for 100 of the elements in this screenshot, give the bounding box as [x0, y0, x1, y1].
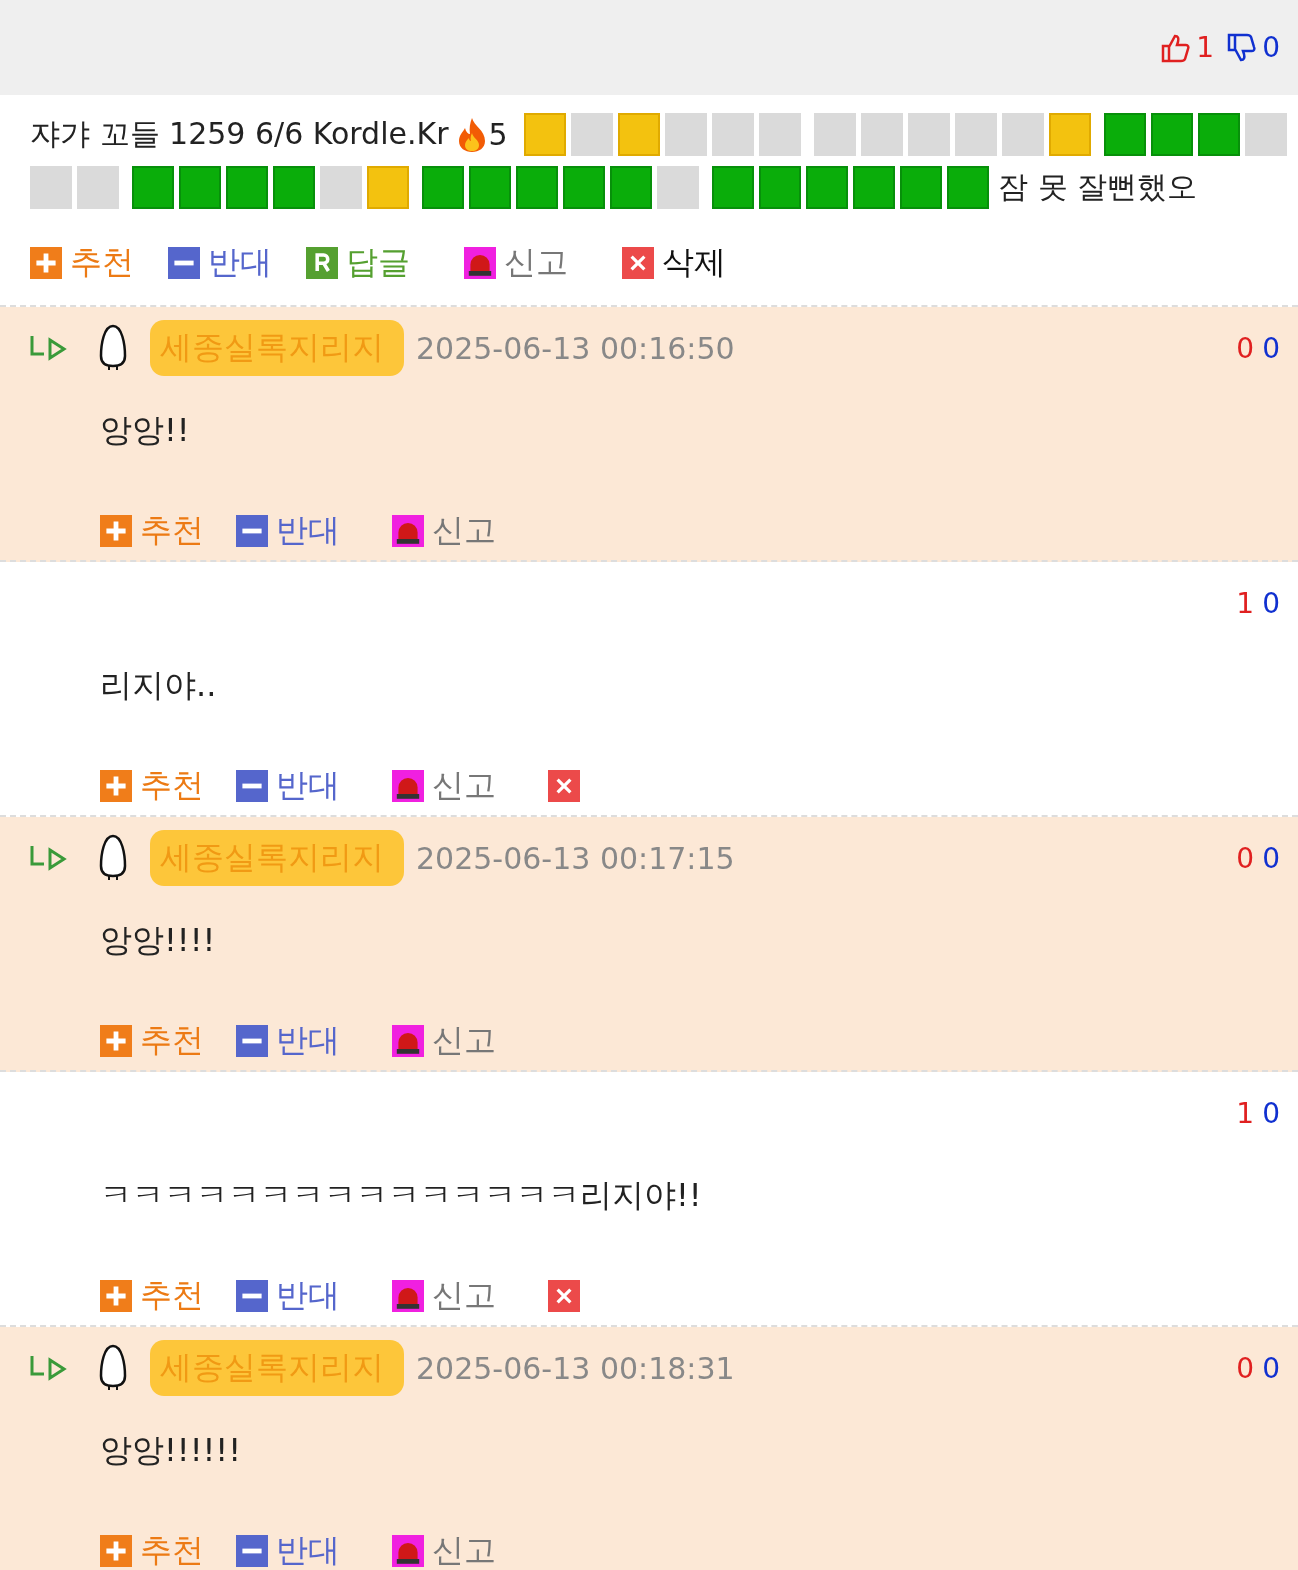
result-tile [1103, 113, 1146, 156]
comment-text: ㅋㅋㅋㅋㅋㅋㅋㅋㅋㅋㅋㅋㅋㅋㅋ리지야!! [99, 1175, 703, 1216]
penguin-avatar-icon [98, 833, 128, 883]
result-tile [422, 166, 464, 209]
report-link[interactable]: 신고 [432, 764, 496, 808]
up-icon[interactable] [100, 515, 132, 547]
result-tile [947, 166, 989, 209]
result-tile [617, 113, 660, 156]
downvote-count: 0 [1262, 331, 1280, 365]
comment-text: 앙앙!! [99, 410, 191, 451]
comment-text: 리지야.. [99, 665, 218, 706]
downvote-count: 0 [1262, 1096, 1280, 1130]
comment-text: 앙앙!!!! [99, 920, 217, 961]
report-link[interactable]: 신고 [432, 1274, 496, 1318]
down-icon[interactable] [168, 247, 200, 279]
down-icon[interactable] [236, 1025, 268, 1057]
close-icon[interactable] [548, 1280, 580, 1312]
report-icon[interactable] [392, 515, 424, 547]
penguin-avatar-icon [98, 1343, 128, 1393]
oppose-link[interactable]: 반대 [276, 1274, 340, 1318]
penguin-avatar-icon [98, 323, 128, 373]
up-icon[interactable] [100, 1025, 132, 1057]
result-tile [226, 166, 268, 209]
result-tile [1048, 113, 1091, 156]
thumbs-down-icon[interactable] [1226, 31, 1259, 64]
recommend-link[interactable]: 추천 [140, 1529, 204, 1570]
downvote-count: 0 [1262, 586, 1280, 620]
report-icon[interactable] [392, 1280, 424, 1312]
result-tile [853, 166, 895, 209]
result-tile [179, 166, 221, 209]
oppose-link[interactable]: 반대 [276, 764, 340, 808]
result-tile [657, 166, 699, 209]
down-icon[interactable] [236, 1280, 268, 1312]
comment-time: 2025-06-13 00:17:15 [416, 840, 735, 876]
result-tile [758, 113, 801, 156]
report-icon[interactable] [464, 247, 496, 279]
report-link[interactable]: 신고 [504, 241, 568, 285]
result-tile [1001, 113, 1044, 156]
down-icon[interactable] [236, 770, 268, 802]
result-tile [1244, 113, 1287, 156]
result-tile [132, 166, 174, 209]
result-tile [954, 113, 997, 156]
downvote-count: 0 [1262, 31, 1280, 64]
result-tile [273, 166, 315, 209]
upvote-count: 0 [1236, 1351, 1255, 1385]
result-tile [367, 166, 409, 209]
comment-time: 2025-06-13 00:18:31 [416, 1350, 735, 1386]
result-tile [712, 166, 754, 209]
down-icon[interactable] [236, 1535, 268, 1567]
result-tile [610, 166, 652, 209]
report-link[interactable]: 신고 [432, 1529, 496, 1570]
reply-icon[interactable] [306, 247, 338, 279]
result-tile [1150, 113, 1193, 156]
delete-link[interactable]: 삭제 [662, 241, 726, 285]
report-link[interactable]: 신고 [432, 1019, 496, 1063]
oppose-link[interactable]: 반대 [276, 1529, 340, 1570]
result-tile [77, 166, 119, 209]
up-icon[interactable] [100, 1535, 132, 1567]
flame-icon [456, 116, 487, 153]
up-icon[interactable] [100, 1280, 132, 1312]
upvote-count: 1 [1236, 586, 1255, 620]
result-tile [523, 113, 566, 156]
up-icon[interactable] [30, 247, 62, 279]
report-link[interactable]: 신고 [432, 509, 496, 553]
downvote-count: 0 [1262, 1351, 1280, 1385]
recommend-link[interactable]: 추천 [140, 1274, 204, 1318]
result-tile [806, 166, 848, 209]
streak-count: 5 [488, 117, 508, 152]
oppose-link[interactable]: 반대 [208, 241, 272, 285]
recommend-link[interactable]: 추천 [140, 764, 204, 808]
result-tile [711, 113, 754, 156]
result-tile [30, 166, 72, 209]
recommend-link[interactable]: 추천 [140, 509, 204, 553]
reply-link[interactable]: 답글 [346, 241, 410, 285]
down-icon[interactable] [236, 515, 268, 547]
oppose-link[interactable]: 반대 [276, 509, 340, 553]
result-tile [516, 166, 558, 209]
report-icon[interactable] [392, 1535, 424, 1567]
result-tile [570, 113, 613, 156]
report-icon[interactable] [392, 770, 424, 802]
result-tile [1197, 113, 1240, 156]
downvote-count: 0 [1262, 841, 1280, 875]
result-tile [860, 113, 903, 156]
result-tile [563, 166, 605, 209]
upvote-count: 0 [1236, 331, 1255, 365]
result-tile [469, 166, 511, 209]
report-icon[interactable] [392, 1025, 424, 1057]
close-icon[interactable] [548, 770, 580, 802]
result-tile [900, 166, 942, 209]
recommend-link[interactable]: 추천 [70, 241, 134, 285]
result-text: 쟈갸 꼬들 1259 6/6 Kordle.Kr [30, 115, 449, 153]
delete-icon[interactable] [622, 247, 654, 279]
recommend-link[interactable]: 추천 [140, 1019, 204, 1063]
upvote-count: 1 [1236, 1096, 1255, 1130]
result-tile [907, 113, 950, 156]
comment-time: 2025-06-13 00:16:50 [416, 330, 735, 366]
comment-text: 앙앙!!!!!! [99, 1430, 242, 1471]
result-tile [813, 113, 856, 156]
up-icon[interactable] [100, 770, 132, 802]
oppose-link[interactable]: 반대 [276, 1019, 340, 1063]
